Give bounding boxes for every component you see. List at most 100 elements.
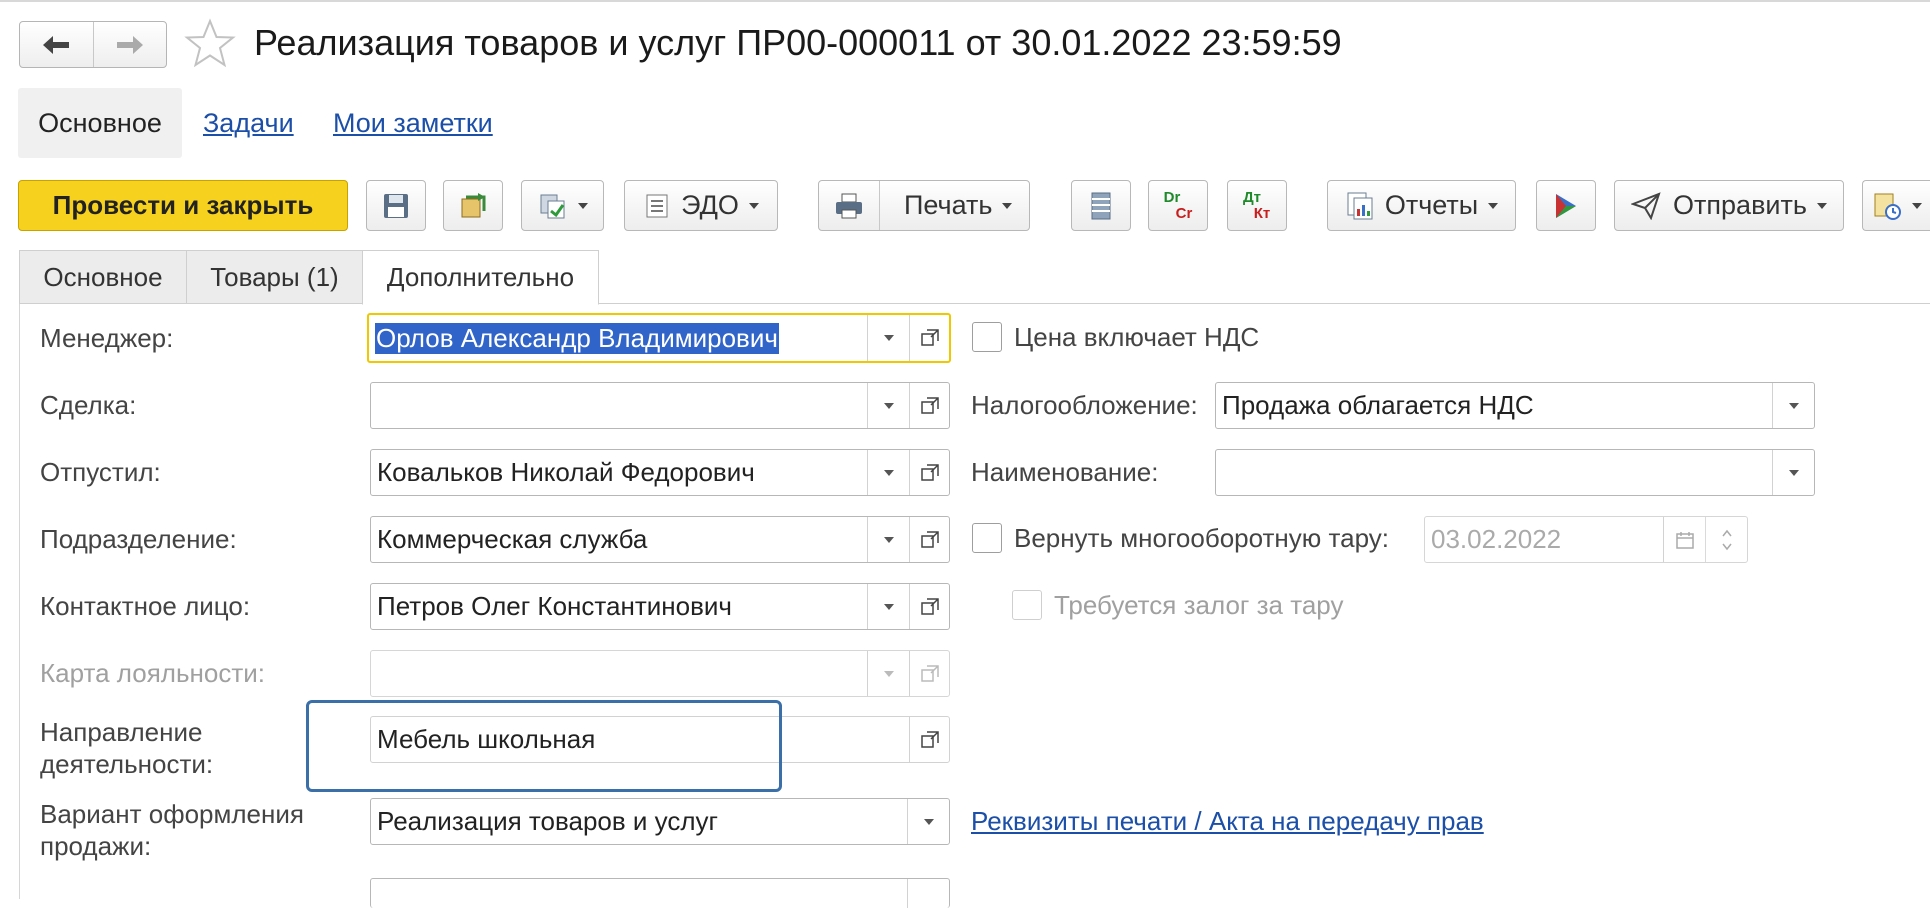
- loyalty-card-label: Карта лояльности:: [40, 658, 265, 688]
- contact-field[interactable]: Петров Олег Константинович: [370, 583, 950, 630]
- variant-input[interactable]: Реализация товаров и услуг: [371, 799, 907, 844]
- taxation-input[interactable]: Продажа облагается НДС: [1216, 383, 1772, 428]
- chevron-down-icon: [883, 603, 894, 610]
- arrow-left-icon: [43, 35, 70, 54]
- deal-dropdown-button[interactable]: [867, 383, 909, 428]
- cr-label: Cr: [1175, 204, 1193, 222]
- more-actions-button[interactable]: [1862, 180, 1930, 231]
- deal-label: Сделка:: [40, 390, 137, 420]
- chevron-down-icon: [1911, 202, 1922, 209]
- panel-left-border: [19, 304, 20, 899]
- star-icon: [184, 18, 236, 68]
- contact-input[interactable]: Петров Олег Константинович: [371, 584, 867, 629]
- department-field[interactable]: Коммерческая служба: [370, 516, 950, 563]
- print-button[interactable]: Печать: [818, 180, 1030, 231]
- dr-label: Dr: [1163, 188, 1181, 206]
- arrow-right-icon: [116, 35, 143, 54]
- deposit-checkbox: [1012, 590, 1042, 620]
- deal-open-button[interactable]: [909, 383, 949, 428]
- section-notes-link[interactable]: Мои заметки: [333, 108, 493, 139]
- next-row-dropdown-button[interactable]: [907, 879, 949, 908]
- return-tare-checkbox[interactable]: [972, 523, 1002, 553]
- edo-label: ЭДО: [681, 190, 739, 220]
- manager-dropdown-button[interactable]: [867, 315, 909, 361]
- back-button[interactable]: [20, 22, 93, 67]
- send-plane-icon: [1631, 191, 1661, 220]
- manager-field[interactable]: Орлов Александр Владимирович: [367, 313, 951, 363]
- contact-open-button[interactable]: [909, 584, 949, 629]
- naming-dropdown-button[interactable]: [1772, 450, 1814, 495]
- create-based-on-button[interactable]: [521, 180, 604, 231]
- chevron-down-icon: [883, 402, 894, 409]
- next-row-input[interactable]: [371, 879, 907, 908]
- price-includes-vat-checkbox[interactable]: [972, 322, 1002, 352]
- chevron-down-icon: [577, 202, 588, 209]
- taxation-field[interactable]: Продажа облагается НДС: [1215, 382, 1815, 429]
- favorite-star-button[interactable]: [184, 18, 236, 70]
- manager-open-button[interactable]: [909, 315, 949, 361]
- tab-additional[interactable]: Дополнительно: [362, 250, 599, 305]
- released-input[interactable]: Ковальков Николай Федорович: [371, 450, 867, 495]
- reports-button[interactable]: Отчеты: [1327, 180, 1516, 231]
- department-dropdown-button[interactable]: [867, 517, 909, 562]
- released-open-button[interactable]: [909, 450, 949, 495]
- dt-kt-button[interactable]: Дт Кт: [1227, 180, 1287, 231]
- save-button[interactable]: [366, 180, 426, 231]
- chevron-down-icon: [1788, 469, 1799, 476]
- activity-open-button[interactable]: [909, 717, 949, 762]
- section-tasks-link[interactable]: Задачи: [203, 108, 294, 139]
- released-dropdown-button[interactable]: [867, 450, 909, 495]
- floppy-disk-icon: [384, 193, 408, 218]
- taxation-dropdown-button[interactable]: [1772, 383, 1814, 428]
- variant-field[interactable]: Реализация товаров и услуг: [370, 798, 950, 845]
- department-open-button[interactable]: [909, 517, 949, 562]
- section-main[interactable]: Основное: [18, 88, 182, 158]
- create-based-icon: [540, 194, 564, 218]
- deal-field[interactable]: [370, 382, 950, 429]
- contact-dropdown-button[interactable]: [867, 584, 909, 629]
- share-button[interactable]: [1536, 180, 1596, 231]
- tab-main[interactable]: Основное: [19, 250, 187, 304]
- open-window-icon: [920, 597, 939, 615]
- released-field[interactable]: Ковальков Николай Федорович: [370, 449, 950, 496]
- manager-input[interactable]: Орлов Александр Владимирович: [369, 315, 867, 361]
- open-window-icon: [920, 530, 939, 548]
- chevron-down-icon: [748, 202, 759, 209]
- manager-value: Орлов Александр Владимирович: [375, 322, 779, 354]
- open-window-icon: [920, 396, 939, 414]
- price-includes-vat-label: Цена включает НДС: [1014, 322, 1260, 352]
- calendar-button: [1663, 517, 1705, 562]
- window-title: Реализация товаров и услуг ПР00-000011 о…: [254, 22, 1342, 63]
- kt-label: Кт: [1253, 204, 1271, 222]
- next-row-field[interactable]: [370, 878, 950, 908]
- loyalty-card-open-button: [909, 651, 949, 696]
- naming-field[interactable]: [1215, 449, 1815, 496]
- activity-label-line2: деятельности:: [40, 749, 214, 779]
- chevron-up-icon: [1721, 529, 1732, 536]
- naming-label: Наименование:: [971, 457, 1159, 487]
- play-share-icon: [1556, 193, 1576, 218]
- deposit-label: Требуется залог за тару: [1054, 590, 1344, 620]
- structure-button[interactable]: [1071, 180, 1131, 231]
- tab-goods[interactable]: Товары (1): [186, 250, 363, 304]
- post-button[interactable]: [443, 180, 503, 231]
- department-input[interactable]: Коммерческая служба: [371, 517, 867, 562]
- variant-dropdown-button[interactable]: [907, 799, 949, 844]
- naming-input[interactable]: [1216, 450, 1772, 495]
- deal-input[interactable]: [371, 383, 867, 428]
- nav-group: [19, 21, 167, 68]
- chevron-down-icon: [883, 469, 894, 476]
- print-details-link[interactable]: Реквизиты печати / Акта на передачу прав: [971, 806, 1484, 837]
- loyalty-card-dropdown-button: [867, 651, 909, 696]
- post-and-close-button[interactable]: Провести и закрыть: [18, 180, 348, 231]
- send-button[interactable]: Отправить: [1614, 180, 1844, 231]
- department-label: Подразделение:: [40, 524, 237, 554]
- chevron-down-icon: [1488, 202, 1499, 209]
- chevron-down-icon: [923, 818, 934, 825]
- list-structure-icon: [1091, 192, 1111, 219]
- dr-cr-button[interactable]: Dr Cr: [1148, 180, 1208, 231]
- chevron-down-icon: [883, 536, 894, 543]
- edo-button[interactable]: ЭДО: [624, 180, 778, 231]
- chevron-down-icon: [1002, 202, 1013, 209]
- forward-button[interactable]: [92, 22, 167, 67]
